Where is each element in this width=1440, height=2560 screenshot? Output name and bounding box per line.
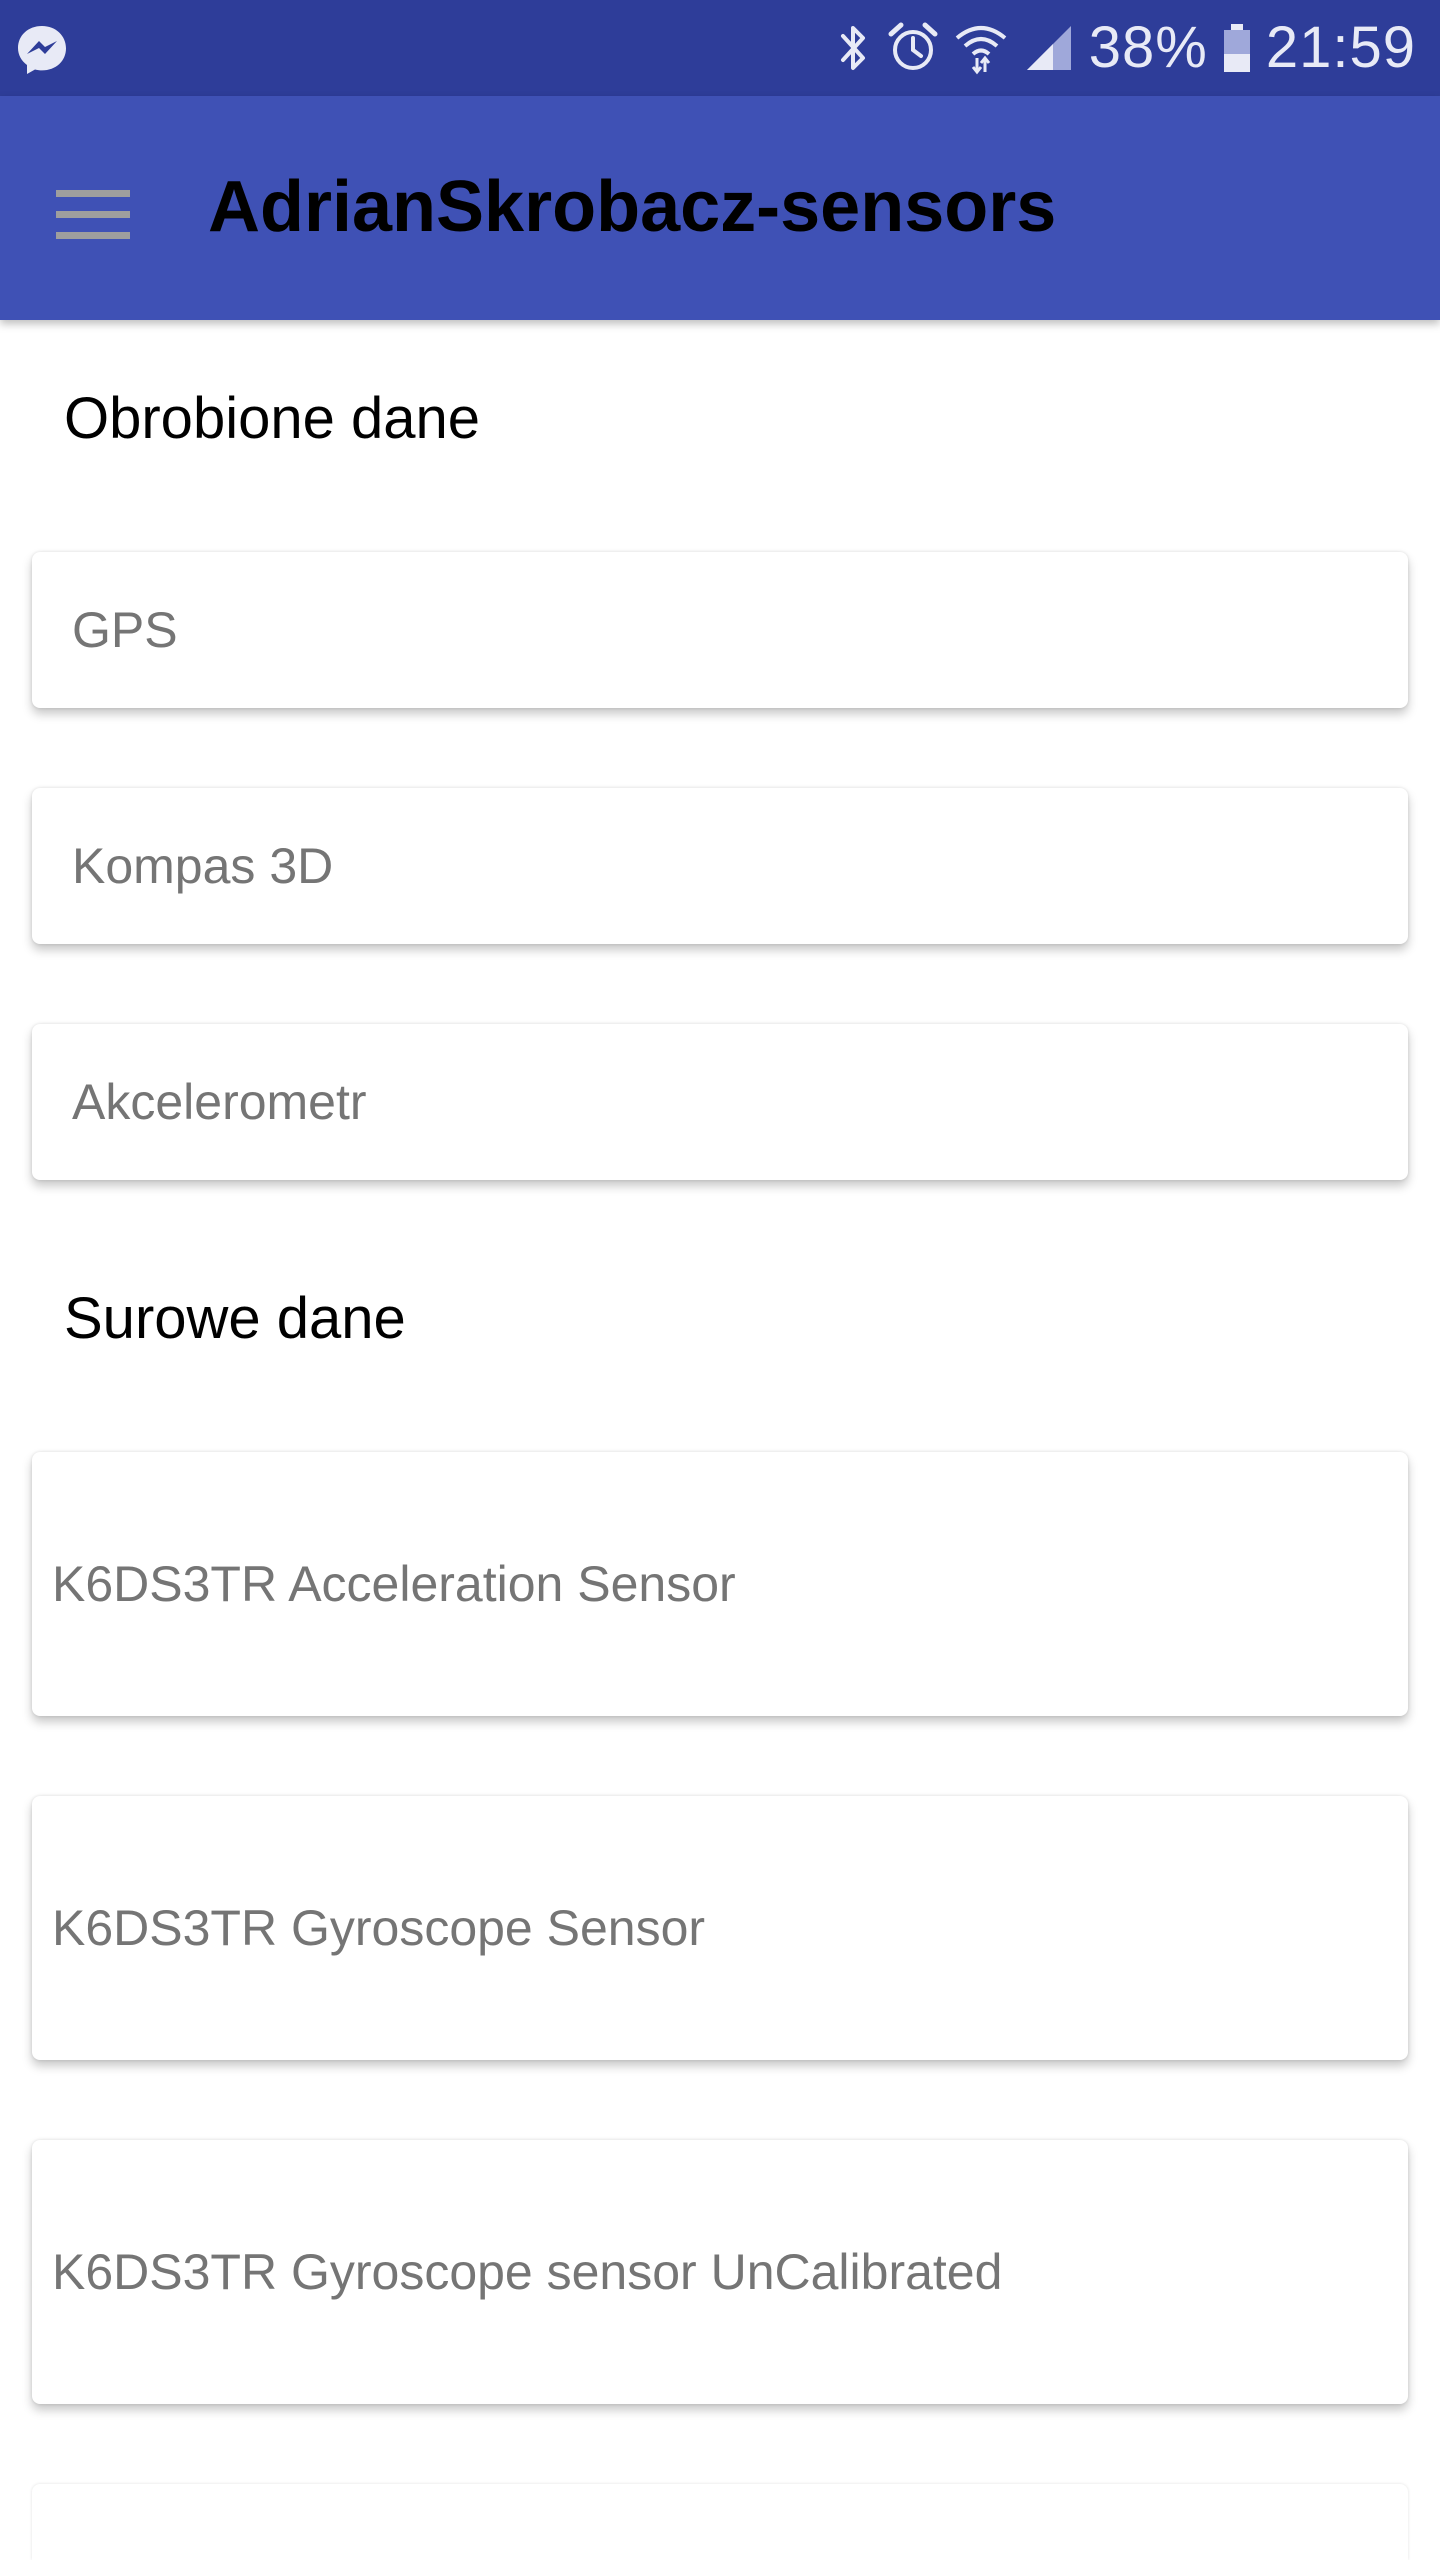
card-gyroscope-uncalibrated[interactable]: K6DS3TR Gyroscope sensor UnCalibrated [32, 2140, 1408, 2404]
card-gps[interactable]: GPS [32, 552, 1408, 708]
wifi-icon [955, 26, 1007, 75]
card-label: K6DS3TR Acceleration Sensor [52, 1556, 736, 1612]
clock: 21:59 [1265, 15, 1416, 80]
card-label: K6DS3TR Gyroscope Sensor [52, 1900, 706, 1956]
card-acceleration-sensor[interactable]: K6DS3TR Acceleration Sensor [32, 1452, 1408, 1716]
app-bar: AdrianSkrobacz-sensors [0, 96, 1440, 320]
status-icons: 38% 21:59 [833, 0, 1416, 96]
section-header-raw: Surowe dane [64, 1286, 406, 1351]
card-partial[interactable] [32, 2484, 1408, 2560]
card-label: Akcelerometr [72, 1074, 367, 1130]
card-label: GPS [72, 602, 178, 658]
card-compass-3d[interactable]: Kompas 3D [32, 788, 1408, 944]
app-title: AdrianSkrobacz-sensors [208, 167, 1057, 247]
bluetooth-icon [840, 26, 865, 70]
menu-button[interactable] [40, 168, 150, 258]
battery-icon [1223, 24, 1250, 72]
alarm-icon [888, 22, 938, 70]
status-bar: 38% 21:59 [0, 0, 1440, 96]
signal-icon [1026, 26, 1071, 70]
section-header-processed: Obrobione dane [64, 386, 480, 451]
messenger-icon [18, 26, 66, 74]
card-label: Kompas 3D [72, 838, 334, 894]
card-label: K6DS3TR Gyroscope sensor UnCalibrated [52, 2244, 1003, 2300]
card-gyroscope-sensor[interactable]: K6DS3TR Gyroscope Sensor [32, 1796, 1408, 2060]
card-accelerometer[interactable]: Akcelerometr [32, 1024, 1408, 1180]
hamburger-menu-icon [56, 190, 130, 239]
battery-percent: 38% [1088, 15, 1208, 80]
